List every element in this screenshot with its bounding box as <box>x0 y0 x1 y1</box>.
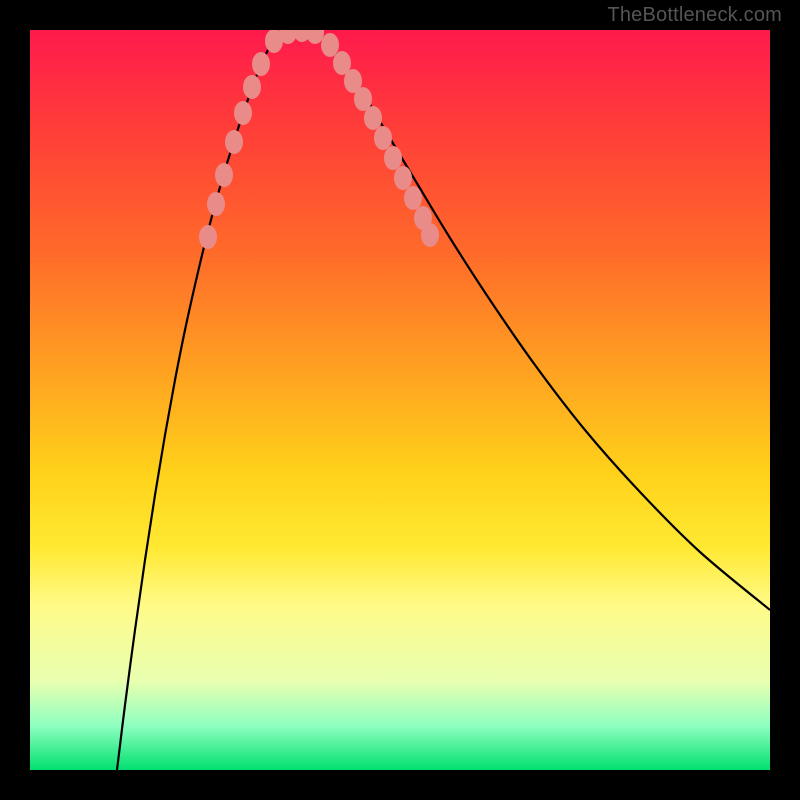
marker-dot <box>321 33 339 57</box>
marker-dot <box>394 166 412 190</box>
marker-dot <box>374 126 392 150</box>
marker-dot <box>384 146 402 170</box>
curve-group <box>117 30 770 770</box>
marker-dot <box>199 225 217 249</box>
marker-group <box>199 30 439 249</box>
marker-dot <box>243 75 261 99</box>
marker-dot <box>306 30 324 44</box>
plot-area <box>30 30 770 770</box>
curve-left <box>117 31 286 770</box>
marker-dot <box>207 192 225 216</box>
marker-dot <box>225 130 243 154</box>
chart-svg <box>30 30 770 770</box>
chart-frame: TheBottleneck.com <box>0 0 800 800</box>
marker-dot <box>215 163 233 187</box>
marker-dot <box>421 223 439 247</box>
marker-dot <box>234 101 252 125</box>
marker-dot <box>404 186 422 210</box>
curve-right <box>315 31 770 610</box>
marker-dot <box>252 52 270 76</box>
watermark-text: TheBottleneck.com <box>607 4 782 27</box>
marker-dot <box>364 106 382 130</box>
